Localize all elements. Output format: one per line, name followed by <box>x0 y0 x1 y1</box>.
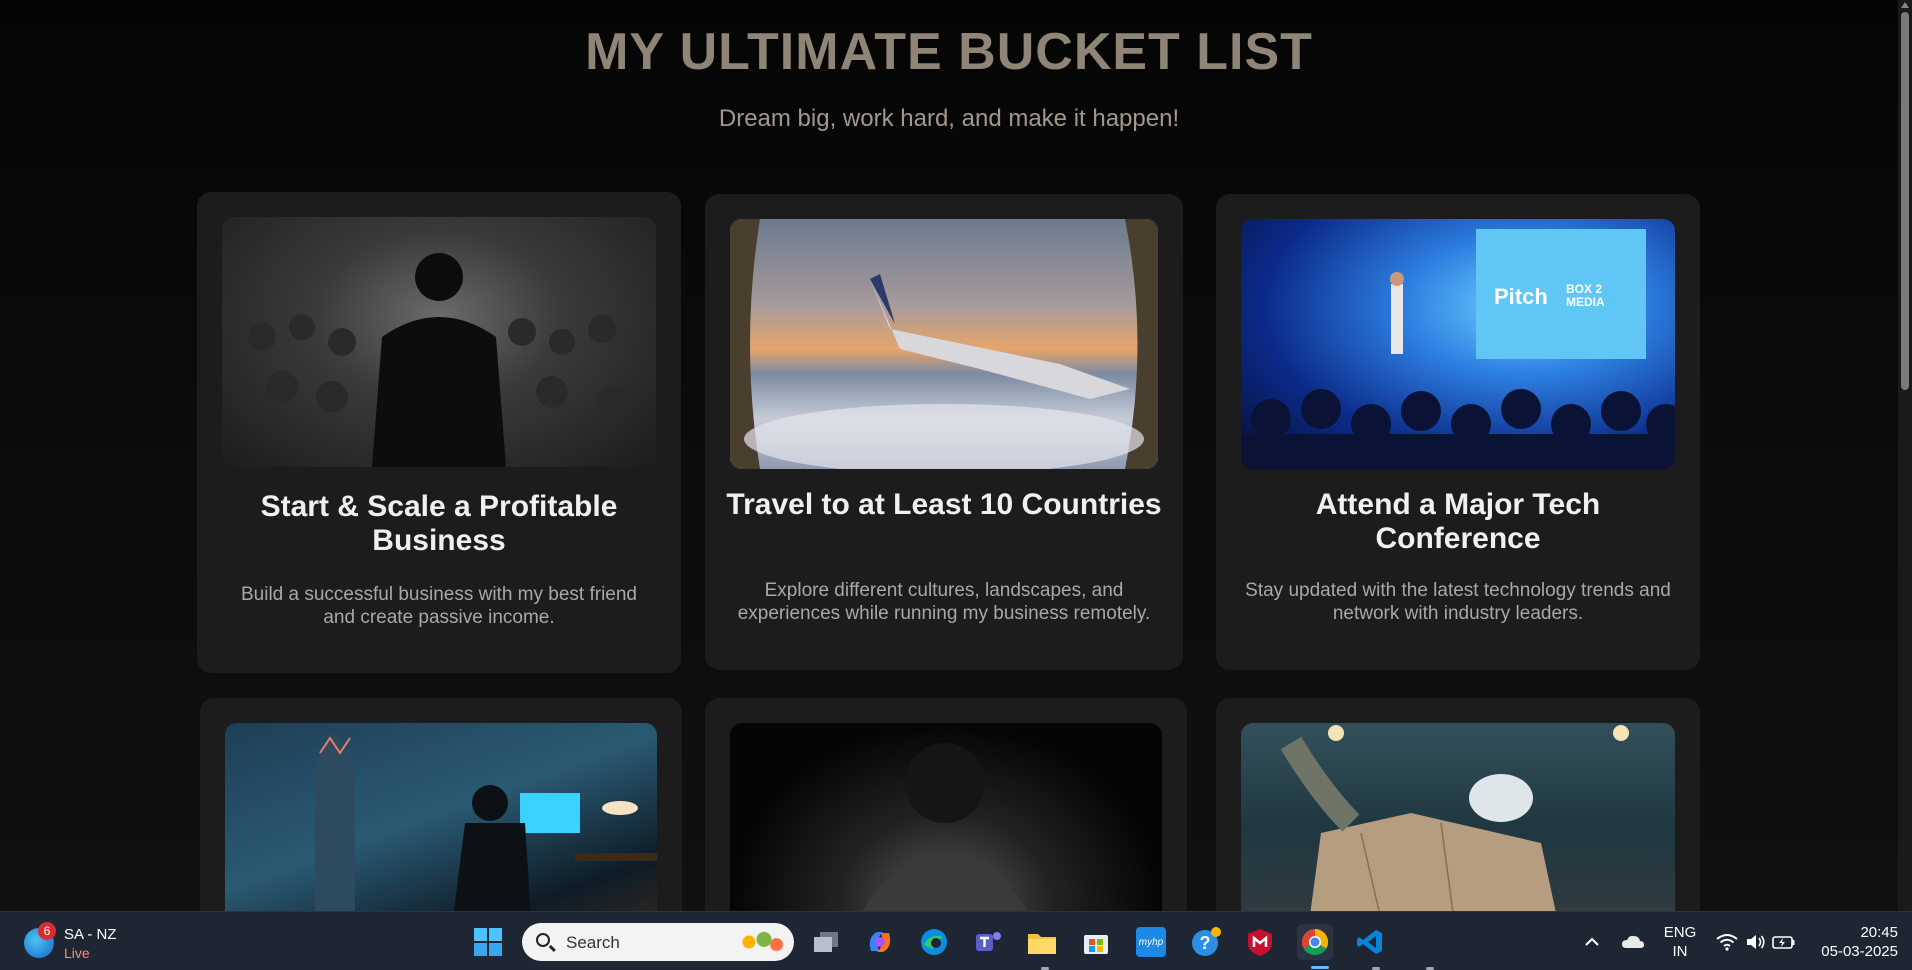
store-button[interactable] <box>1078 924 1114 960</box>
athlete-image <box>730 723 1162 911</box>
task-view-button[interactable] <box>808 924 844 960</box>
myhp-icon: myhp <box>1136 927 1166 957</box>
chrome-active-indicator <box>1311 966 1329 969</box>
speaker-icon <box>1747 935 1765 949</box>
notification-badge: 6 <box>38 922 56 940</box>
page-title: MY ULTIMATE BUCKET LIST <box>585 23 1313 81</box>
card-title: Start & Scale a Profitable Business <box>260 490 618 557</box>
bucket-card-6[interactable] <box>1216 698 1700 911</box>
card-description: Explore different cultures, landscapes, … <box>737 580 1151 624</box>
card-title: Travel to at Least 10 Countries <box>726 488 1162 521</box>
battery-charging-icon <box>1772 936 1795 949</box>
web-page: MY ULTIMATE BUCKET LIST Dream big, work … <box>0 0 1898 911</box>
vscode-icon <box>1357 930 1382 954</box>
teams-button[interactable] <box>970 924 1006 960</box>
bucket-card-tech[interactable]: Pitch BOX 2 MEDIA Attend a Major Tech Co… <box>1216 194 1700 670</box>
bucket-card-4[interactable] <box>200 698 682 911</box>
file-explorer-icon <box>1028 934 1056 954</box>
task-view-icon <box>814 932 838 952</box>
battery-button[interactable] <box>1770 924 1798 960</box>
vscode-button[interactable] <box>1352 924 1388 960</box>
card-title: Attend a Major Tech Conference <box>1315 488 1601 555</box>
wifi-button[interactable] <box>1713 924 1741 960</box>
scroll-up-arrow-icon[interactable] <box>1901 2 1909 8</box>
volume-button[interactable] <box>1742 924 1770 960</box>
copilot-icon <box>869 932 891 952</box>
bucket-card-travel[interactable]: Travel to at Least 10 Countries Explore … <box>705 194 1183 670</box>
search-placeholder: Search <box>566 933 620 952</box>
chevron-up-icon <box>1585 937 1599 946</box>
widget-title: SA - NZ <box>64 926 117 943</box>
language-code: ENG <box>1663 924 1697 941</box>
tech-conference-image: Pitch BOX 2 MEDIA <box>1241 219 1675 469</box>
chrome-icon <box>1301 928 1329 956</box>
news-widget[interactable]: 6 SA - NZ Live <box>24 922 144 962</box>
mcafee-button[interactable] <box>1242 924 1278 960</box>
file-explorer-button[interactable] <box>1024 924 1060 960</box>
search-icon <box>536 933 550 947</box>
bucket-card-business[interactable]: Start & Scale a Profitable Business Buil… <box>197 192 681 673</box>
help-icon: ? <box>1192 927 1221 956</box>
road-trip-image <box>1241 723 1675 911</box>
onedrive-button[interactable] <box>1618 924 1648 960</box>
help-button[interactable]: ? <box>1188 924 1224 960</box>
scrollbar-thumb[interactable] <box>1901 12 1909 390</box>
taskbar: 6 SA - NZ Live Search myhp ? ENG IN 20:4… <box>0 911 1912 970</box>
windows-icon <box>474 928 502 956</box>
widget-status: Live <box>64 945 90 961</box>
edge-button[interactable] <box>916 924 952 960</box>
show-hidden-icons-button[interactable] <box>1577 924 1607 960</box>
start-button[interactable] <box>470 924 506 960</box>
card-description: Stay updated with the latest technology … <box>1245 580 1671 624</box>
clock-time: 20:45 <box>1860 924 1898 941</box>
clock-date: 05-03-2025 <box>1821 943 1898 960</box>
chrome-button[interactable] <box>1297 924 1333 960</box>
card-description: Build a successful business with my best… <box>240 584 637 628</box>
svg-text:?: ? <box>1200 933 1211 953</box>
store-icon <box>1084 935 1108 954</box>
edge-icon <box>921 929 947 955</box>
clock[interactable]: 20:45 05-03-2025 <box>1812 923 1898 961</box>
mcafee-icon <box>1248 929 1272 956</box>
taskbar-search[interactable]: Search <box>522 923 794 961</box>
wifi-icon <box>1716 934 1738 951</box>
business-image <box>222 217 656 467</box>
teams-icon <box>976 932 1001 951</box>
city-office-image <box>225 723 657 911</box>
copilot-button[interactable] <box>862 924 898 960</box>
vertical-scrollbar[interactable] <box>1898 0 1912 911</box>
travel-image <box>730 219 1158 469</box>
search-highlight-icon <box>734 929 784 955</box>
page-subtitle: Dream big, work hard, and make it happen… <box>718 105 1180 132</box>
language-indicator[interactable]: ENG IN <box>1660 923 1700 961</box>
bucket-card-5[interactable] <box>705 698 1187 911</box>
cloud-icon <box>1622 935 1644 948</box>
language-region: IN <box>1672 943 1688 960</box>
myhp-button[interactable]: myhp <box>1133 924 1169 960</box>
